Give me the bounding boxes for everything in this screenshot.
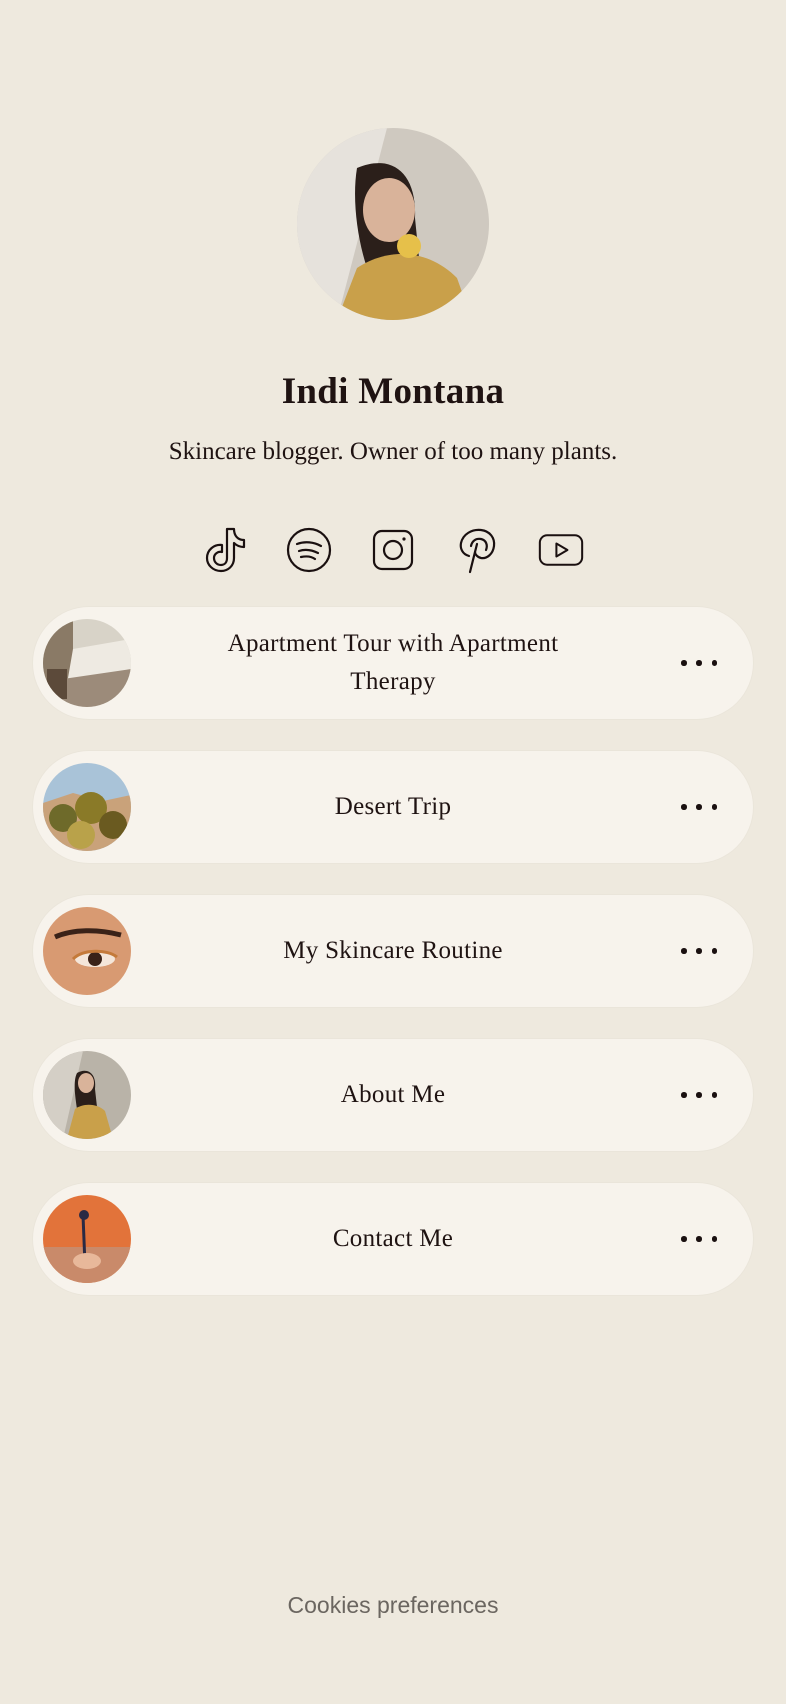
link-label: About Me <box>340 1081 446 1108</box>
instagram-icon[interactable] <box>370 524 416 576</box>
link-thumbnail <box>43 1051 131 1139</box>
link-thumbnail <box>43 763 131 851</box>
profile-bio: Skincare blogger. Owner of too many plan… <box>168 438 618 465</box>
link-label: Desert Trip <box>334 793 452 820</box>
more-options-icon[interactable] <box>681 797 717 817</box>
spotify-icon[interactable] <box>286 524 332 576</box>
youtube-icon[interactable] <box>538 524 584 576</box>
link-about-me[interactable]: About Me <box>33 1039 753 1151</box>
link-thumbnail <box>43 619 131 707</box>
profile-name: Indi Montana <box>281 371 505 412</box>
social-links <box>0 524 786 576</box>
link-thumbnail <box>43 1195 131 1283</box>
more-options-icon[interactable] <box>681 941 717 961</box>
pinterest-icon[interactable] <box>454 524 500 576</box>
link-list: Apartment Tour with Apartment Therapy De… <box>33 607 753 1327</box>
link-apartment-tour[interactable]: Apartment Tour with Apartment Therapy <box>33 607 753 719</box>
link-contact-me[interactable]: Contact Me <box>33 1183 753 1295</box>
more-options-icon[interactable] <box>681 1085 717 1105</box>
cookies-preferences-link[interactable]: Cookies preferences <box>0 1592 786 1619</box>
more-options-icon[interactable] <box>681 1229 717 1249</box>
link-thumbnail <box>43 907 131 995</box>
link-label: My Skincare Routine <box>283 937 503 964</box>
more-options-icon[interactable] <box>681 653 717 673</box>
profile-avatar <box>297 128 489 320</box>
tiktok-icon[interactable] <box>202 524 248 576</box>
link-desert-trip[interactable]: Desert Trip <box>33 751 753 863</box>
link-skincare-routine[interactable]: My Skincare Routine <box>33 895 753 1007</box>
link-label: Contact Me <box>332 1225 454 1252</box>
link-label: Apartment Tour with Apartment Therapy <box>227 630 559 695</box>
